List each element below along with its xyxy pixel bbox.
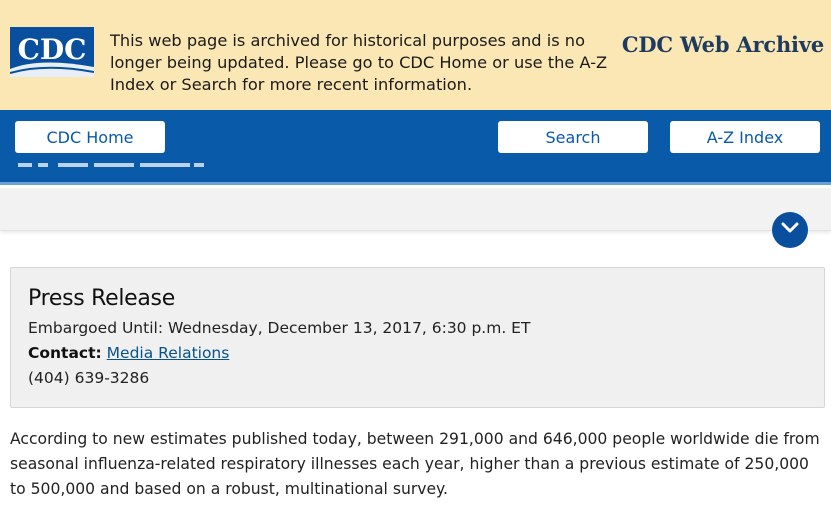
obscured-header-text: [18, 158, 208, 178]
search-button[interactable]: Search: [498, 121, 648, 153]
contact-label: Contact:: [28, 344, 102, 362]
contact-line: Contact: Media Relations: [28, 344, 229, 362]
az-index-button[interactable]: A-Z Index: [670, 121, 820, 153]
logo-text: CDC: [18, 33, 87, 66]
archive-banner: CDC This web page is archived for histor…: [0, 0, 831, 110]
contact-phone: (404) 639-3286: [28, 369, 150, 387]
article-paragraph: According to new estimates published tod…: [10, 430, 820, 498]
expand-menu-button[interactable]: [772, 212, 808, 248]
chevron-down-icon: [781, 221, 799, 239]
press-release-title: Press Release: [28, 286, 175, 311]
press-release-box: Press Release Embargoed Until: Wednesday…: [10, 267, 825, 408]
archive-title: CDC Web Archive: [621, 32, 824, 57]
media-relations-link[interactable]: Media Relations: [107, 344, 230, 362]
archive-nav: CDC Home Search A-Z Index: [0, 110, 831, 185]
embargo-date: Embargoed Until: Wednesday, December 13,…: [28, 319, 531, 337]
cdc-home-button[interactable]: CDC Home: [15, 121, 165, 153]
section-nav-bar: [0, 188, 831, 231]
archive-message: This web page is archived for historical…: [110, 31, 608, 94]
cdc-logo[interactable]: CDC: [10, 27, 94, 77]
